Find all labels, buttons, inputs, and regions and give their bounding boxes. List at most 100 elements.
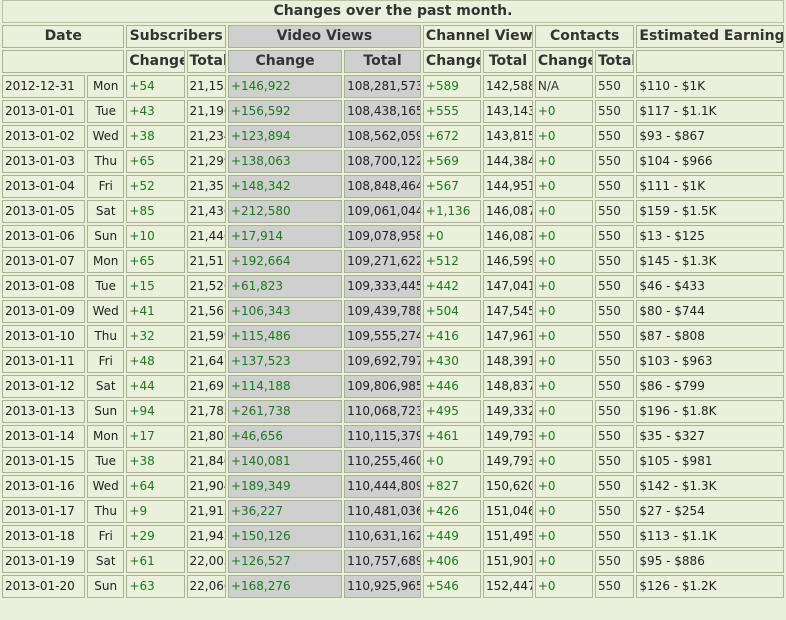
contacts-total-cell: 550 [594, 400, 635, 423]
subscribers-total-cell: 21,436 [186, 200, 226, 223]
video-views-change-cell: +150,126 [227, 525, 343, 548]
header-channel-views: Channel Views [422, 25, 533, 48]
estimated-earnings-cell: $87 - $808 [636, 325, 784, 348]
channel-views-total-cell: 143,143 [483, 100, 533, 123]
subscribers-change-cell: +15 [126, 275, 185, 298]
subscribers-change-cell: +61 [126, 550, 185, 573]
video-views-total-cell: 109,333,445 [344, 275, 421, 298]
video-views-change-cell: +114,188 [227, 375, 343, 398]
video-views-total-cell: 110,255,460 [344, 450, 421, 473]
channel-views-change-cell: +512 [422, 250, 482, 273]
contacts-change-cell: +0 [534, 200, 593, 223]
contacts-change-cell: +0 [534, 525, 593, 548]
table-row: 2013-01-15Tue+3821,840+140,081110,255,46… [2, 450, 784, 473]
video-views-total-cell: 108,438,165 [344, 100, 421, 123]
estimated-earnings-cell: $159 - $1.5K [636, 200, 784, 223]
table-row: 2013-01-13Sun+9421,785+261,738110,068,72… [2, 400, 784, 423]
estimated-earnings-cell: $126 - $1.2K [636, 575, 784, 598]
video-views-change-cell: +36,227 [227, 500, 343, 523]
estimated-earnings-cell: $46 - $433 [636, 275, 784, 298]
subheader-subscribers-change: Change [126, 50, 185, 73]
date-cell: 2013-01-07 [2, 250, 86, 273]
table-row: 2013-01-04Fri+5221,351+148,342108,848,46… [2, 175, 784, 198]
contacts-change-cell: +0 [534, 400, 593, 423]
subscribers-change-cell: +17 [126, 425, 185, 448]
contacts-change-cell: N/A [534, 75, 593, 98]
channel-views-change-cell: +504 [422, 300, 482, 323]
video-views-change-cell: +137,523 [227, 350, 343, 373]
video-views-change-cell: +192,664 [227, 250, 343, 273]
video-views-change-cell: +138,063 [227, 150, 343, 173]
contacts-total-cell: 550 [594, 100, 635, 123]
date-cell: 2013-01-01 [2, 100, 86, 123]
channel-views-change-cell: +406 [422, 550, 482, 573]
subheader-channel-views-change: Change [422, 50, 482, 73]
day-cell: Tue [87, 275, 125, 298]
subscribers-change-cell: +63 [126, 575, 185, 598]
subscribers-total-cell: 21,511 [186, 250, 226, 273]
subscribers-change-cell: +44 [126, 375, 185, 398]
subscribers-change-cell: +52 [126, 175, 185, 198]
date-cell: 2013-01-16 [2, 475, 86, 498]
table-row: 2013-01-11Fri+4821,647+137,523109,692,79… [2, 350, 784, 373]
contacts-total-cell: 550 [594, 275, 635, 298]
channel-views-change-cell: +461 [422, 425, 482, 448]
channel-views-change-cell: +827 [422, 475, 482, 498]
channel-views-total-cell: 149,793 [483, 450, 533, 473]
video-views-change-cell: +61,823 [227, 275, 343, 298]
contacts-change-cell: +0 [534, 550, 593, 573]
channel-views-total-cell: 148,391 [483, 350, 533, 373]
channel-views-total-cell: 147,961 [483, 325, 533, 348]
stats-table: Changes over the past month. Date Subscr… [0, 0, 786, 600]
channel-views-total-cell: 147,041 [483, 275, 533, 298]
date-cell: 2013-01-10 [2, 325, 86, 348]
date-cell: 2013-01-17 [2, 500, 86, 523]
contacts-total-cell: 550 [594, 550, 635, 573]
channel-views-change-cell: +589 [422, 75, 482, 98]
contacts-total-cell: 550 [594, 125, 635, 148]
contacts-total-cell: 550 [594, 575, 635, 598]
contacts-change-cell: +0 [534, 375, 593, 398]
estimated-earnings-cell: $105 - $981 [636, 450, 784, 473]
subheader-channel-views-total: Total [483, 50, 533, 73]
channel-views-total-cell: 148,837 [483, 375, 533, 398]
date-cell: 2012-12-31 [2, 75, 86, 98]
video-views-change-cell: +148,342 [227, 175, 343, 198]
day-cell: Wed [87, 125, 125, 148]
channel-views-total-cell: 152,447 [483, 575, 533, 598]
subscribers-total-cell: 21,691 [186, 375, 226, 398]
contacts-total-cell: 550 [594, 200, 635, 223]
video-views-total-cell: 110,444,809 [344, 475, 421, 498]
table-row: 2013-01-17Thu+921,913+36,227110,481,036+… [2, 500, 784, 523]
channel-views-total-cell: 149,332 [483, 400, 533, 423]
table-row: 2013-01-07Mon+6521,511+192,664109,271,62… [2, 250, 784, 273]
day-cell: Sun [87, 400, 125, 423]
subheader-contacts-total: Total [594, 50, 635, 73]
date-cell: 2013-01-14 [2, 425, 86, 448]
video-views-total-cell: 109,061,044 [344, 200, 421, 223]
channel-views-change-cell: +546 [422, 575, 482, 598]
subscribers-total-cell: 21,351 [186, 175, 226, 198]
channel-views-total-cell: 146,087 [483, 200, 533, 223]
subscribers-total-cell: 21,913 [186, 500, 226, 523]
channel-views-change-cell: +1,136 [422, 200, 482, 223]
day-cell: Thu [87, 150, 125, 173]
table-row: 2013-01-18Fri+2921,942+150,126110,631,16… [2, 525, 784, 548]
subscribers-total-cell: 21,299 [186, 150, 226, 173]
contacts-total-cell: 550 [594, 225, 635, 248]
estimated-earnings-cell: $13 - $125 [636, 225, 784, 248]
header-estimated-earnings: Estimated Earnings [636, 25, 784, 48]
subscribers-total-cell: 21,802 [186, 425, 226, 448]
table-row: 2013-01-12Sat+4421,691+114,188109,806,98… [2, 375, 784, 398]
video-views-total-cell: 110,631,162 [344, 525, 421, 548]
day-cell: Sun [87, 225, 125, 248]
subscribers-total-cell: 21,567 [186, 300, 226, 323]
subscribers-total-cell: 21,526 [186, 275, 226, 298]
channel-views-total-cell: 143,815 [483, 125, 533, 148]
video-views-total-cell: 109,555,274 [344, 325, 421, 348]
subscribers-change-cell: +43 [126, 100, 185, 123]
estimated-earnings-cell: $145 - $1.3K [636, 250, 784, 273]
contacts-change-cell: +0 [534, 300, 593, 323]
channel-views-change-cell: +567 [422, 175, 482, 198]
subheader-subscribers-total: Total [186, 50, 226, 73]
